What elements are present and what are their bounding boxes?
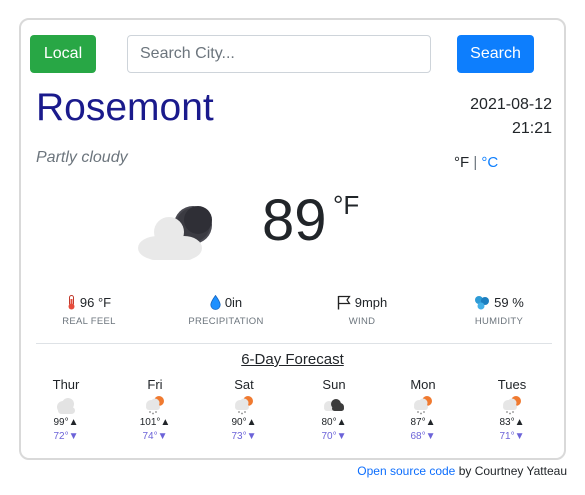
wind-label: WIND [348, 316, 376, 327]
footer-author: by Courtney Yatteau [455, 464, 567, 478]
sun-rain-icon [235, 396, 253, 415]
forecast-day: Tues 83°▲ 71°▼ [482, 377, 542, 442]
forecast-day-name: Sun [322, 377, 346, 392]
flag-icon [337, 295, 351, 309]
forecast-high: 90°▲ [231, 417, 257, 428]
storm-cloud-icon [324, 399, 344, 411]
precipitation-value: 0in [224, 294, 243, 310]
forecast-day-name: Thur [52, 377, 80, 392]
forecast-high: 101°▲ [139, 417, 171, 428]
sun-rain-icon [414, 396, 432, 415]
footer-credit: Open source code by Courtney Yatteau [357, 464, 567, 478]
forecast-low: 72°▼ [53, 431, 79, 442]
search-city-input[interactable] [127, 35, 431, 73]
current-time: 21:21 [511, 120, 552, 137]
forecast-day: Mon 87°▲ 68°▼ [393, 377, 453, 442]
stat-real-feel: 96 °F REAL FEEL [34, 293, 144, 327]
forecast-high: 87°▲ [410, 417, 436, 428]
forecast-day: Sat 90°▲ 73°▼ [214, 377, 274, 442]
divider [36, 343, 552, 344]
forecast-high: 99°▲ [53, 417, 79, 428]
forecast-low: 73°▼ [231, 431, 257, 442]
forecast-low: 68°▼ [410, 431, 436, 442]
forecast-day: Sun 80°▲ 70°▼ [304, 377, 364, 442]
thermometer-icon [68, 294, 75, 309]
forecast-low: 71°▼ [499, 431, 525, 442]
humidity-label: HUMIDITY [474, 316, 524, 327]
water-drop-icon [210, 294, 221, 310]
current-temperature: 89 [262, 188, 327, 253]
city-name: Rosemont [36, 86, 214, 129]
current-date: 2021-08-12 [470, 96, 552, 113]
celsius-toggle[interactable]: °C [481, 154, 498, 171]
open-source-link[interactable]: Open source code [357, 464, 455, 478]
forecast-day-name: Tues [497, 377, 527, 392]
humidity-icon [475, 295, 490, 309]
unit-toggle: °F | °C [454, 154, 498, 171]
forecast-day-name: Mon [410, 377, 436, 392]
real-feel-label: REAL FEEL [62, 316, 116, 327]
stat-humidity: 59 % HUMIDITY [444, 293, 554, 328]
forecast-day: Fri 101°▲ 74°▼ [125, 377, 185, 442]
sun-rain-icon [503, 396, 521, 415]
forecast-day: Thur 99°▲ 72°▼ [36, 377, 96, 442]
humidity-value: 59 % [494, 294, 524, 310]
forecast-title: 6-Day Forecast [241, 351, 344, 368]
forecast-day-name: Fri [147, 377, 163, 392]
cloudy-icon [57, 398, 75, 414]
stat-wind: 9mph WIND [307, 293, 417, 327]
real-feel-value: 96 °F [79, 294, 112, 310]
search-button[interactable]: Search [457, 35, 534, 73]
partly-cloudy-night-icon [138, 206, 212, 260]
condition-text: Partly cloudy [36, 149, 128, 166]
local-button[interactable]: Local [30, 35, 96, 73]
forecast-high: 83°▲ [499, 417, 525, 428]
wind-value: 9mph [354, 294, 388, 310]
temperature-unit: °F [333, 190, 360, 220]
forecast-high: 80°▲ [321, 417, 347, 428]
fahrenheit-toggle[interactable]: °F [454, 154, 469, 171]
unit-separator: | [473, 154, 478, 171]
forecast-day-name: Sat [234, 377, 254, 392]
precipitation-label: PRECIPITATION [188, 316, 264, 327]
sun-rain-icon [146, 396, 164, 415]
forecast-low: 74°▼ [142, 431, 168, 442]
forecast-low: 70°▼ [321, 431, 347, 442]
stat-precipitation: 0in PRECIPITATION [171, 293, 281, 327]
